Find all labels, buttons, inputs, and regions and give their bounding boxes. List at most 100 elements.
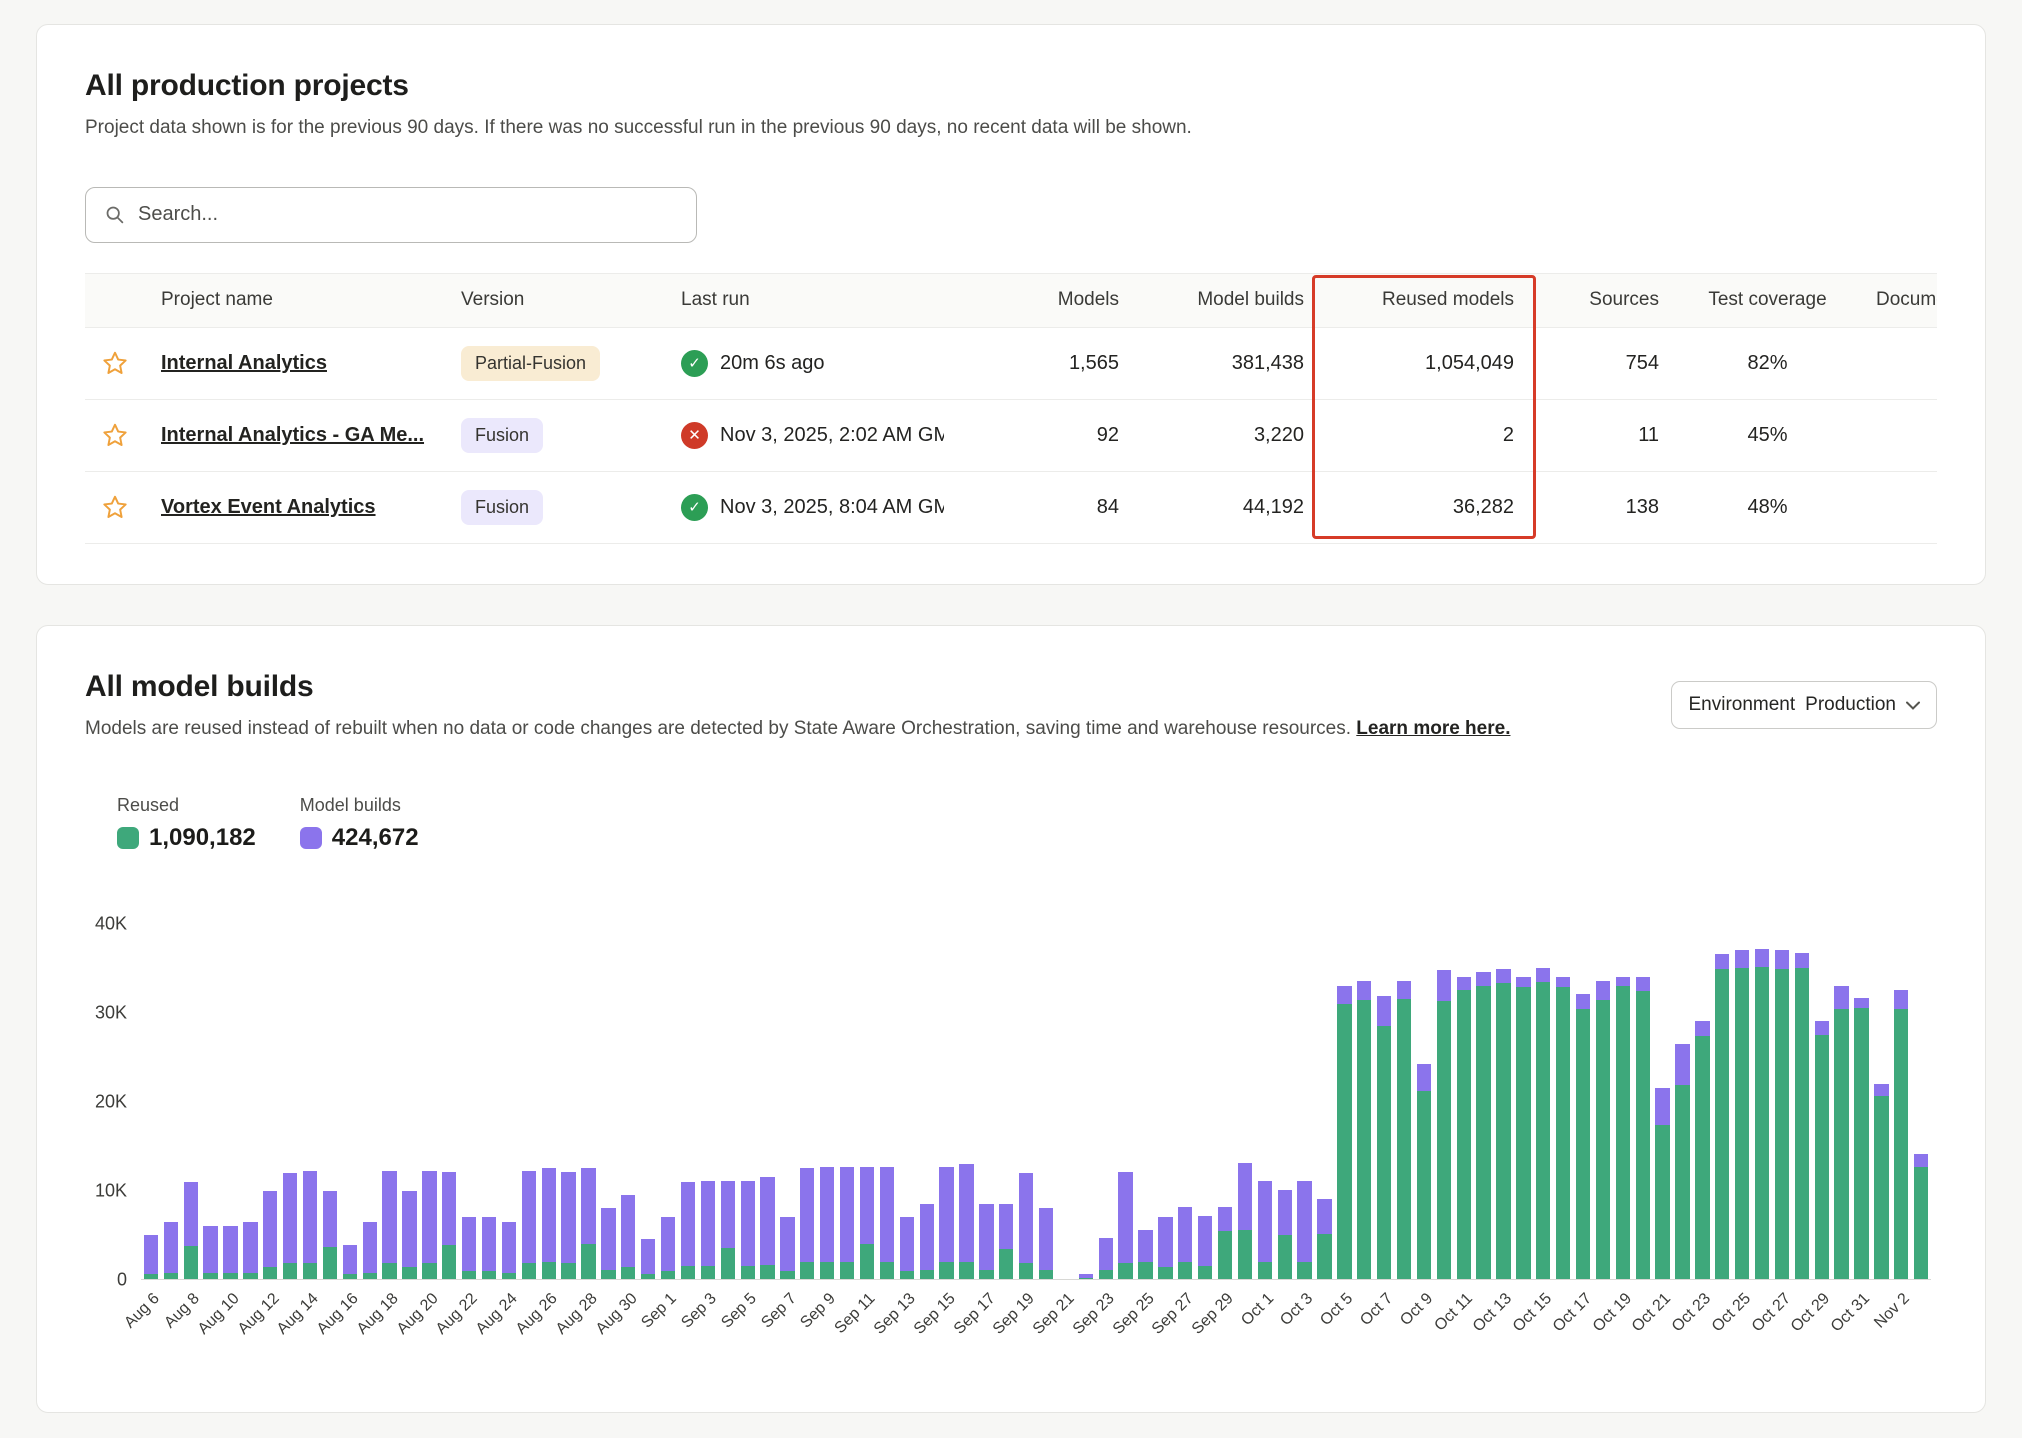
search-icon: [104, 204, 125, 225]
stacked-bar: [957, 924, 977, 1279]
x-axis-label: Sep 17: [950, 1290, 999, 1339]
stacked-bar: [1235, 924, 1255, 1279]
x-axis-label: Oct 19: [1589, 1290, 1635, 1336]
table-row: Internal AnalyticsPartial-Fusion✓20m 6s …: [85, 327, 1937, 399]
stacked-bar: [1414, 924, 1434, 1279]
last-run-text: 20m 6s ago: [720, 352, 825, 375]
x-axis-label: Sep 7: [758, 1290, 800, 1332]
stacked-bar: [1573, 924, 1593, 1279]
models-value: 1,565: [995, 327, 1135, 399]
x-axis-label: Sep 23: [1070, 1290, 1119, 1339]
stacked-bar: [1653, 924, 1673, 1279]
reused-models-value: 36,282: [1320, 471, 1530, 543]
model-builds-value: 44,192: [1135, 471, 1320, 543]
chart-x-labels: Aug 6Aug 8Aug 10Aug 12Aug 14Aug 16Aug 18…: [141, 1280, 1931, 1372]
chart-legend: Reused 1,090,182 Model builds 424,672: [85, 795, 1937, 852]
stacked-bar: [320, 924, 340, 1279]
table-header-row: Project name Version Last run Models Mod…: [85, 273, 1937, 327]
stacked-bar: [1812, 924, 1832, 1279]
x-axis-label: Aug 10: [195, 1290, 244, 1339]
chart-plot: [141, 924, 1931, 1280]
x-axis-label: Sep 11: [832, 1290, 880, 1338]
stacked-bar: [1016, 924, 1036, 1279]
stacked-bar: [1434, 924, 1454, 1279]
y-axis-tick: 30K: [95, 1003, 127, 1024]
x-axis-label: Oct 11: [1431, 1290, 1476, 1335]
x-axis-label: Sep 21: [1030, 1290, 1079, 1339]
sources-value: 138: [1530, 471, 1675, 543]
stacked-bar: [1871, 924, 1891, 1279]
stacked-bar: [400, 924, 420, 1279]
table-wrap: Project name Version Last run Models Mod…: [85, 273, 1937, 544]
stacked-bar: [1513, 924, 1533, 1279]
col-test-coverage: Test coverage: [1675, 273, 1860, 327]
stacked-bar: [1295, 924, 1315, 1279]
sources-value: 11: [1530, 399, 1675, 471]
stacked-bar: [678, 924, 698, 1279]
model-builds-chart: 010K20K30K40K Aug 6Aug 8Aug 10Aug 12Aug …: [85, 924, 1937, 1372]
project-name-link[interactable]: Internal Analytics - GA Me...: [161, 424, 424, 446]
stacked-bar: [141, 924, 161, 1279]
x-axis-label: Aug 26: [513, 1290, 562, 1339]
col-project-name: Project name: [145, 273, 445, 327]
x-axis-label: Aug 30: [592, 1290, 641, 1339]
x-axis-label: Sep 1: [638, 1290, 680, 1332]
col-documentation: Documentation: [1860, 273, 1937, 327]
favorite-star-icon[interactable]: [102, 350, 128, 376]
stacked-bar: [539, 924, 559, 1279]
stacked-bar: [300, 924, 320, 1279]
y-axis-tick: 0: [117, 1270, 127, 1291]
x-axis-label: Oct 25: [1709, 1290, 1755, 1336]
last-run-text: Nov 3, 2025, 2:02 AM GMT: [720, 424, 944, 447]
project-name-link[interactable]: Internal Analytics: [161, 352, 327, 374]
stacked-bar: [738, 924, 758, 1279]
search-input[interactable]: [138, 203, 678, 226]
x-axis-label: Aug 6: [121, 1290, 163, 1332]
x-axis-label: Oct 13: [1470, 1290, 1516, 1336]
page: All production projects Project data sho…: [0, 0, 2022, 1438]
x-axis-label: Oct 3: [1277, 1290, 1317, 1330]
stacked-bar: [937, 924, 957, 1279]
legend-model-builds-label: Model builds: [300, 795, 419, 816]
stacked-bar: [1692, 924, 1712, 1279]
project-name-link[interactable]: Vortex Event Analytics: [161, 496, 376, 518]
x-axis-label: Oct 29: [1788, 1290, 1834, 1336]
stacked-bar: [758, 924, 778, 1279]
model-builds-value: 381,438: [1135, 327, 1320, 399]
stacked-bar: [459, 924, 479, 1279]
x-axis-label: Oct 15: [1510, 1290, 1556, 1336]
chevron-down-icon: [1906, 701, 1920, 710]
favorite-star-icon[interactable]: [102, 494, 128, 520]
stacked-bar: [161, 924, 181, 1279]
stacked-bar: [1852, 924, 1872, 1279]
legend-item-model-builds: Model builds 424,672: [300, 795, 419, 852]
model-builds-card: All model builds Models are reused inste…: [36, 625, 1986, 1414]
x-axis-label: Aug 16: [314, 1290, 363, 1339]
col-version: Version: [445, 273, 665, 327]
error-x-icon: ✕: [681, 422, 708, 449]
documentation-value: [1860, 327, 1937, 399]
test-coverage-value: 45%: [1675, 399, 1860, 471]
stacked-bar: [1195, 924, 1215, 1279]
table-row: Vortex Event AnalyticsFusion✓Nov 3, 2025…: [85, 471, 1937, 543]
stacked-bar: [638, 924, 658, 1279]
documentation-value: [1860, 399, 1937, 471]
stacked-bar: [240, 924, 260, 1279]
stacked-bar: [598, 924, 618, 1279]
stacked-bar: [1752, 924, 1772, 1279]
sources-value: 754: [1530, 327, 1675, 399]
stacked-bar: [1673, 924, 1693, 1279]
stacked-bar: [857, 924, 877, 1279]
col-sources: Sources: [1530, 273, 1675, 327]
environment-select[interactable]: Environment Production: [1671, 681, 1937, 729]
legend-reused-value: 1,090,182: [149, 824, 256, 852]
search-box[interactable]: [85, 187, 697, 243]
favorite-star-icon[interactable]: [102, 422, 128, 448]
stacked-bar: [1255, 924, 1275, 1279]
stacked-bar: [1036, 924, 1056, 1279]
stacked-bar: [260, 924, 280, 1279]
stacked-bar: [1136, 924, 1156, 1279]
x-axis-label: Sep 19: [990, 1290, 1039, 1339]
projects-title: All production projects: [85, 69, 1937, 103]
learn-more-link[interactable]: Learn more here.: [1356, 718, 1510, 739]
